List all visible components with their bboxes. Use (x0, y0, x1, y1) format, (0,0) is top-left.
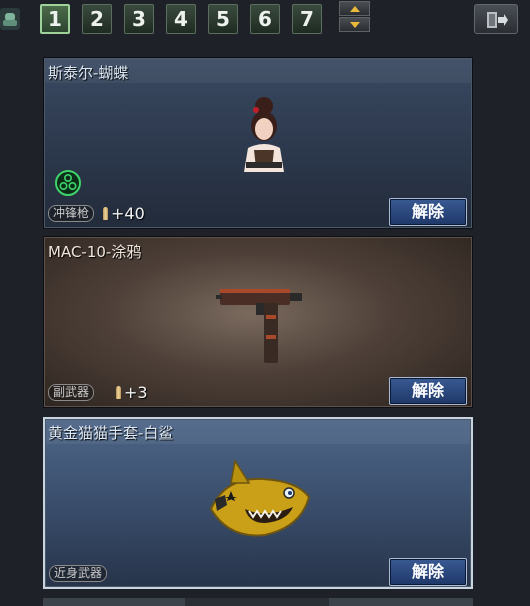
item-title: 斯泰尔-蝴蝶 (48, 64, 129, 82)
tab-3[interactable]: 3 (124, 4, 154, 34)
tab-5[interactable]: 5 (208, 4, 238, 34)
shark-glove-image (209, 458, 311, 537)
release-button[interactable]: 解除 (389, 377, 467, 405)
scroll-up-button[interactable] (339, 1, 370, 16)
release-button[interactable]: 解除 (389, 198, 467, 226)
green-dots-icon (55, 170, 81, 196)
tab-4[interactable]: 4 (166, 4, 196, 34)
item-card-3[interactable]: 黄金猫猫手套-白鲨 近身武器 解除 (43, 417, 473, 589)
mac10-gun-image (216, 289, 302, 363)
divider (329, 598, 473, 606)
ammo-icon (116, 386, 121, 399)
item-card-2[interactable]: MAC-10-涂鸦 副武器 +3 解除 (43, 236, 473, 408)
character-icon[interactable] (0, 8, 20, 30)
top-bar: 1 2 3 4 5 6 7 (0, 0, 530, 40)
ammo-icon (103, 207, 108, 220)
next-card-edge (43, 598, 473, 606)
scroll-down-button[interactable] (339, 17, 370, 32)
item-card-1[interactable]: 斯泰尔-蝴蝶 冲锋枪 +40 解除 (43, 57, 473, 229)
tab-1[interactable]: 1 (40, 4, 70, 34)
divider (43, 598, 185, 606)
bonus-value: +40 (111, 204, 145, 223)
item-title: MAC-10-涂鸦 (48, 243, 142, 261)
bonus-value: +3 (124, 383, 148, 402)
category-badge: 近身武器 (49, 565, 108, 582)
category-badge: 副武器 (48, 384, 95, 401)
arrow-down-icon (350, 22, 360, 28)
release-button[interactable]: 解除 (389, 558, 467, 586)
character-portrait (244, 97, 284, 172)
exit-button[interactable] (474, 4, 518, 34)
arrow-up-icon (350, 6, 360, 12)
tab-7[interactable]: 7 (292, 4, 322, 34)
item-title: 黄金猫猫手套-白鲨 (48, 424, 174, 442)
exit-door-icon (487, 12, 508, 28)
tab-6[interactable]: 6 (250, 4, 280, 34)
category-badge: 冲锋枪 (48, 205, 95, 222)
tab-2[interactable]: 2 (82, 4, 112, 34)
